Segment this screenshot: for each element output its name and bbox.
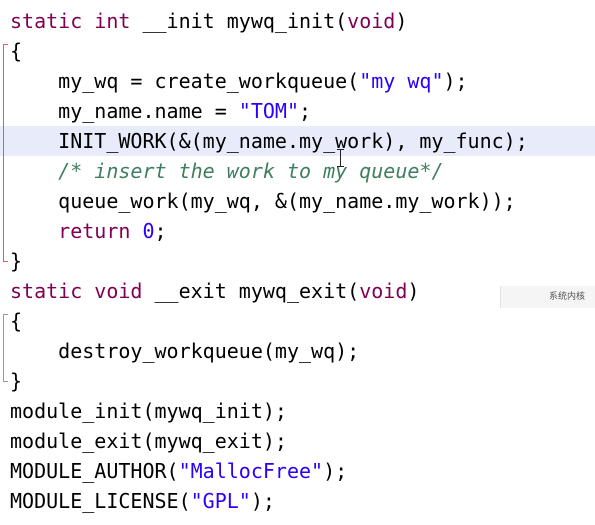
fold-tick-icon — [3, 381, 8, 382]
code-line[interactable]: my_name.name = "TOM"; — [0, 96, 595, 126]
fold-tick-icon — [3, 44, 8, 45]
code-text: static void __exit mywq_exit(void) — [10, 279, 420, 303]
code-line[interactable]: } — [0, 366, 595, 396]
code-line[interactable]: MODULE_AUTHOR("MallocFree"); — [0, 456, 595, 486]
code-line[interactable]: static int __init mywq_init(void) — [0, 6, 595, 36]
code-line[interactable]: MODULE_LICENSE("GPL"); — [0, 486, 595, 516]
code-text: static int __init mywq_init(void) — [10, 9, 408, 33]
code-text: { — [10, 39, 23, 63]
code-text: } — [10, 369, 23, 393]
fold-tick-icon — [3, 314, 8, 315]
code-line[interactable]: /* insert the work to my queue*/ — [0, 156, 595, 186]
code-line[interactable]: module_init(mywq_init); — [0, 396, 595, 426]
code-line[interactable]: my_wq = create_workqueue("my wq"); — [0, 66, 595, 96]
overlay-tag: 系统内核 — [500, 286, 595, 308]
code-line[interactable]: } — [0, 246, 595, 276]
code-line[interactable]: destroy_workqueue(my_wq); — [0, 336, 595, 366]
fold-marker-icon[interactable] — [3, 44, 4, 261]
code-line[interactable]: INIT_WORK(&(my_name.my_work), my_func); — [0, 126, 595, 156]
code-text: { — [10, 309, 23, 333]
code-line[interactable]: { — [0, 306, 595, 336]
code-text: my_name.name = "TOM"; — [10, 99, 312, 123]
code-text: module_exit(mywq_exit); — [10, 429, 287, 453]
code-text: MODULE_LICENSE("GPL"); — [10, 489, 275, 513]
code-text: my_wq = create_workqueue("my wq"); — [10, 69, 468, 93]
code-line[interactable]: module_exit(mywq_exit); — [0, 426, 595, 456]
code-line[interactable]: return 0; — [0, 216, 595, 246]
code-text: return 0; — [58, 219, 167, 243]
code-editor[interactable]: static int __init mywq_init(void) { my_wq… — [0, 0, 595, 525]
code-line[interactable]: queue_work(my_wq, &(my_name.my_work)); — [0, 186, 595, 216]
code-text: module_init(mywq_init); — [10, 399, 287, 423]
code-text: destroy_workqueue(my_wq); — [10, 339, 360, 363]
code-text: INIT_WORK(&(my_name.my_work), my_func); — [10, 129, 528, 153]
code-text: queue_work(my_wq, &(my_name.my_work)); — [10, 189, 516, 213]
code-text: } — [10, 249, 23, 273]
fold-marker-icon[interactable] — [3, 314, 4, 381]
text-cursor-icon — [337, 149, 344, 167]
code-line[interactable]: { — [0, 36, 595, 66]
code-text: /* insert the work to my queue*/ — [58, 159, 444, 183]
fold-tick-icon — [3, 261, 8, 262]
code-text: MODULE_AUTHOR("MallocFree"); — [10, 459, 348, 483]
